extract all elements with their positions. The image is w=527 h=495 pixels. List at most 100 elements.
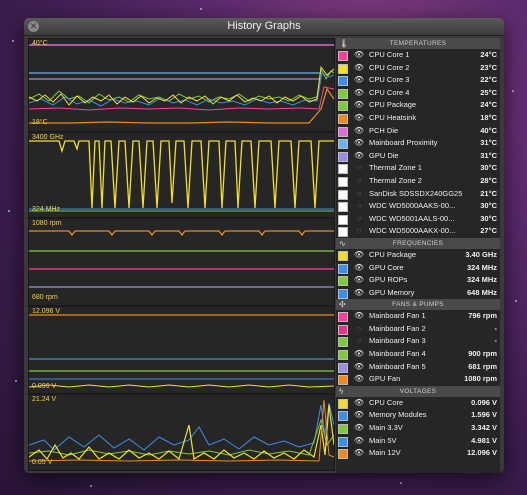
sensor-row[interactable]: 👁 CPU Core 4 25°C bbox=[336, 87, 500, 100]
eye-icon[interactable]: 👁 bbox=[353, 310, 365, 323]
color-swatch[interactable] bbox=[338, 113, 348, 124]
sensor-row[interactable]: 👁 CPU Core 1 24°C bbox=[336, 49, 500, 62]
voltage-graph-plot bbox=[29, 314, 334, 388]
color-swatch[interactable] bbox=[338, 276, 348, 287]
sensor-row[interactable]: ○ Mainboard Fan 2 - bbox=[336, 323, 500, 336]
color-swatch[interactable] bbox=[338, 51, 348, 61]
eye-icon[interactable]: 👁 bbox=[353, 435, 365, 448]
color-swatch[interactable] bbox=[338, 324, 348, 335]
color-swatch[interactable] bbox=[338, 411, 348, 422]
sensor-row[interactable]: 👁 CPU Core 3 22°C bbox=[336, 74, 500, 87]
color-swatch[interactable] bbox=[338, 139, 348, 150]
color-swatch[interactable] bbox=[338, 312, 348, 323]
sensor-name: GPU Die bbox=[369, 150, 399, 160]
eye-icon[interactable]: 👁 bbox=[353, 287, 365, 300]
sensor-row[interactable]: ○ SanDisk SDSSDX240GG25 21°C bbox=[336, 188, 500, 201]
eye-icon[interactable]: ○ bbox=[353, 225, 365, 238]
sensor-row[interactable]: ○ WDC WD5001AALS-00... 30°C bbox=[336, 213, 500, 226]
color-swatch[interactable] bbox=[338, 63, 348, 74]
close-icon[interactable]: ✕ bbox=[28, 21, 39, 32]
sensor-row[interactable]: 👁 CPU Package 3.40 GHz bbox=[336, 249, 500, 262]
color-swatch[interactable] bbox=[338, 449, 348, 460]
eye-icon[interactable]: 👁 bbox=[353, 249, 365, 262]
eye-icon[interactable]: 👁 bbox=[353, 62, 365, 75]
color-swatch[interactable] bbox=[338, 436, 348, 447]
sensor-name: CPU Core bbox=[369, 397, 404, 407]
eye-icon[interactable]: ○ bbox=[353, 162, 365, 175]
color-swatch[interactable] bbox=[338, 164, 348, 175]
sensor-row[interactable]: 👁 Main 3.3V 3.342 V bbox=[336, 422, 500, 435]
sensor-name: GPU Fan bbox=[369, 374, 401, 384]
sensor-row[interactable]: 👁 Mainboard Fan 5 681 rpm bbox=[336, 361, 500, 374]
eye-icon[interactable]: 👁 bbox=[353, 125, 365, 138]
sensor-row[interactable]: 👁 CPU Core 2 23°C bbox=[336, 62, 500, 75]
color-swatch[interactable] bbox=[338, 88, 348, 99]
sensor-row[interactable]: 👁 GPU ROPs 324 MHz bbox=[336, 274, 500, 287]
eye-icon[interactable]: 👁 bbox=[353, 49, 365, 62]
eye-icon[interactable]: 👁 bbox=[353, 348, 365, 361]
sensor-row[interactable]: 👁 GPU Memory 648 MHz bbox=[336, 287, 500, 300]
eye-icon[interactable]: ○ bbox=[353, 188, 365, 201]
eye-icon[interactable]: 👁 bbox=[353, 409, 365, 422]
color-swatch[interactable] bbox=[338, 337, 348, 348]
sensor-row[interactable]: ○ WDC WD5000AAKS-00... 30°C bbox=[336, 200, 500, 213]
sensor-name: Mainboard Fan 1 bbox=[369, 311, 426, 321]
eye-icon[interactable]: ○ bbox=[353, 213, 365, 226]
sensor-row[interactable]: 👁 Mainboard Fan 4 900 rpm bbox=[336, 348, 500, 361]
color-swatch[interactable] bbox=[338, 76, 348, 87]
color-swatch[interactable] bbox=[338, 202, 348, 213]
eye-icon[interactable]: 👁 bbox=[353, 137, 365, 150]
color-swatch[interactable] bbox=[338, 126, 348, 137]
eye-icon[interactable]: 👁 bbox=[353, 361, 365, 374]
sensor-row[interactable]: 👁 Memory Modules 1.596 V bbox=[336, 409, 500, 422]
color-swatch[interactable] bbox=[338, 250, 348, 261]
eye-icon[interactable]: 👁 bbox=[353, 447, 365, 460]
sensor-row[interactable]: 👁 GPU Die 31°C bbox=[336, 150, 500, 163]
color-swatch[interactable] bbox=[338, 350, 348, 361]
color-swatch[interactable] bbox=[338, 101, 348, 112]
sensor-row[interactable]: 👁 CPU Core 0.096 V bbox=[336, 397, 500, 410]
eye-icon[interactable]: 👁 bbox=[353, 99, 365, 112]
eye-icon[interactable]: 👁 bbox=[353, 112, 365, 125]
sensor-name: GPU ROPs bbox=[369, 275, 408, 285]
sensor-row[interactable]: 👁 CPU Heatsink 18°C bbox=[336, 112, 500, 125]
color-swatch[interactable] bbox=[338, 398, 348, 409]
eye-icon[interactable]: ○ bbox=[353, 323, 365, 336]
color-swatch[interactable] bbox=[338, 151, 348, 162]
eye-icon[interactable]: 👁 bbox=[353, 87, 365, 100]
sensor-row[interactable]: ○ Thermal Zone 1 30°C bbox=[336, 162, 500, 175]
color-swatch[interactable] bbox=[338, 288, 348, 299]
sensor-row[interactable]: 👁 GPU Fan 1080 rpm bbox=[336, 373, 500, 386]
sensor-row[interactable]: 👁 GPU Core 324 MHz bbox=[336, 262, 500, 275]
eye-icon[interactable]: ○ bbox=[353, 335, 365, 348]
history-graphs-window: ✕ History Graphs 40°C 18°C 3400 GHz 324 … bbox=[24, 18, 504, 473]
sensor-row[interactable]: 👁 CPU Package 24°C bbox=[336, 99, 500, 112]
color-swatch[interactable] bbox=[338, 424, 348, 435]
eye-icon[interactable]: ○ bbox=[353, 200, 365, 213]
color-swatch[interactable] bbox=[338, 176, 348, 187]
color-swatch[interactable] bbox=[338, 214, 348, 225]
color-swatch[interactable] bbox=[338, 227, 348, 238]
eye-icon[interactable]: 👁 bbox=[353, 262, 365, 275]
sensor-value: 12.096 V bbox=[466, 448, 497, 458]
sensor-row[interactable]: 👁 Main 12V 12.096 V bbox=[336, 447, 500, 460]
color-swatch[interactable] bbox=[338, 375, 348, 386]
color-swatch[interactable] bbox=[338, 263, 348, 274]
sensor-row[interactable]: 👁 Mainboard Fan 1 796 rpm bbox=[336, 310, 500, 323]
eye-icon[interactable]: ○ bbox=[353, 175, 365, 188]
sensor-name: CPU Package bbox=[369, 100, 417, 110]
sensor-row[interactable]: ○ WDC WD5000AAKX-00... 27°C bbox=[336, 225, 500, 238]
sensor-row[interactable]: 👁 Mainboard Proximity 31°C bbox=[336, 137, 500, 150]
eye-icon[interactable]: 👁 bbox=[353, 373, 365, 386]
eye-icon[interactable]: 👁 bbox=[353, 74, 365, 87]
eye-icon[interactable]: 👁 bbox=[353, 150, 365, 163]
eye-icon[interactable]: 👁 bbox=[353, 274, 365, 287]
sensor-row[interactable]: 👁 PCH Die 40°C bbox=[336, 125, 500, 138]
color-swatch[interactable] bbox=[338, 189, 348, 200]
sensor-row[interactable]: ○ Mainboard Fan 3 - bbox=[336, 335, 500, 348]
color-swatch[interactable] bbox=[338, 362, 348, 373]
eye-icon[interactable]: 👁 bbox=[353, 397, 365, 410]
eye-icon[interactable]: 👁 bbox=[353, 422, 365, 435]
sensor-row[interactable]: 👁 Main 5V 4.981 V bbox=[336, 435, 500, 448]
sensor-row[interactable]: ○ Thermal Zone 2 28°C bbox=[336, 175, 500, 188]
